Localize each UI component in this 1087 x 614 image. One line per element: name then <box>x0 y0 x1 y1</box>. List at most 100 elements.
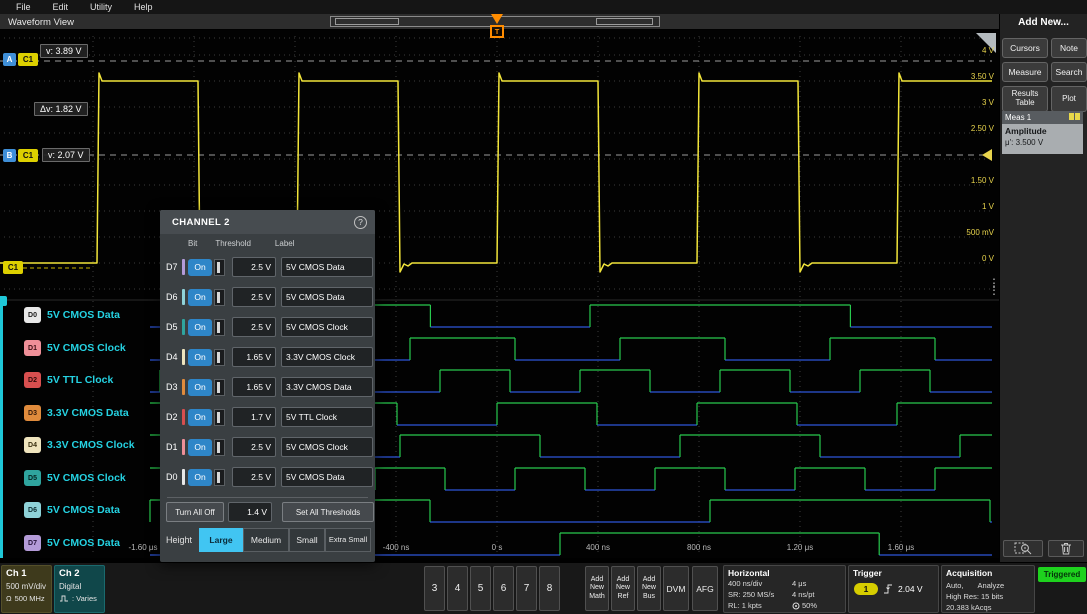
add-new-math-button[interactable]: AddNewMath <box>585 566 609 611</box>
zoom-window-right-handle[interactable] <box>596 18 653 25</box>
ch1-scale: 500 mV/div <box>2 579 51 591</box>
digital-channel-d6[interactable]: D65V CMOS Data <box>24 502 120 518</box>
add-measure-button[interactable]: Measure <box>1002 62 1048 82</box>
height-medium-button[interactable]: Medium <box>243 528 289 552</box>
turn-all-off-button[interactable]: Turn All Off <box>166 502 224 522</box>
cursor-b-readout[interactable]: v: 2.07 V <box>42 148 90 162</box>
cursor-a-badge[interactable]: A <box>3 53 16 66</box>
meas1-body: Amplitude μ': 3.500 V <box>1002 124 1083 154</box>
trigger-position-marker[interactable]: T <box>486 14 508 38</box>
add-new-ref-button[interactable]: AddNewRef <box>611 566 635 611</box>
channel-8-button[interactable]: 8 <box>539 566 560 611</box>
height-large-button[interactable]: Large <box>199 528 243 552</box>
add-plot-button[interactable]: Plot <box>1051 86 1087 112</box>
d1-label-input[interactable]: 5V CMOS Clock <box>281 437 373 457</box>
splitter-drag-handle[interactable]: ⋮⋮ <box>988 280 1000 294</box>
d6-label-input[interactable]: 5V CMOS Data <box>281 287 373 307</box>
d2-on-button[interactable]: On <box>188 409 212 426</box>
d0-threshold-input[interactable]: 2.5 V <box>232 467 276 487</box>
v-axis-label: 0 V <box>982 254 995 263</box>
trigger-badge[interactable]: Trigger 1 2.04 V <box>848 565 939 613</box>
d3-toggle[interactable] <box>214 379 225 396</box>
cursor-a-readout[interactable]: v: 3.89 V <box>40 44 88 58</box>
add-new-bus-button[interactable]: AddNewBus <box>637 566 661 611</box>
zoom-window-left-handle[interactable] <box>335 18 399 25</box>
draw-zoom-button[interactable] <box>1003 540 1043 557</box>
menu-help[interactable]: Help <box>134 2 153 12</box>
meas1-header: Meas 1 <box>1002 111 1083 124</box>
d2-threshold-input[interactable]: 1.7 V <box>232 407 276 427</box>
trash-button[interactable] <box>1048 540 1084 557</box>
add-results-table-button[interactable]: Results Table <box>1002 86 1048 112</box>
ch1-level-marker[interactable] <box>982 149 992 161</box>
digital-channel-d0[interactable]: D05V CMOS Data <box>24 307 120 323</box>
d3-label-input[interactable]: 3.3V CMOS Data <box>281 377 373 397</box>
add-note-button[interactable]: Note <box>1051 38 1087 58</box>
horizontal-badge[interactable]: Horizontal 400 ns/div 4 μs SR: 250 MS/s … <box>723 565 846 613</box>
waveform-display[interactable]: 4 V3.50 V3 V2.50 V1.50 V1 V500 mV0 V-1.6… <box>0 30 999 558</box>
d0-on-button[interactable]: On <box>188 469 212 486</box>
d5-toggle[interactable] <box>214 319 225 336</box>
d4-toggle[interactable] <box>214 349 225 366</box>
digital-channel-d4[interactable]: D43.3V CMOS Clock <box>24 437 135 453</box>
d6-toggle[interactable] <box>214 289 225 306</box>
ch1-waveform[interactable] <box>0 73 992 272</box>
d1-threshold-input[interactable]: 2.5 V <box>232 437 276 457</box>
ch1-badge[interactable]: Ch 1 500 mV/div Ω 500 MHz <box>1 565 52 613</box>
d2-label-input[interactable]: 5V TTL Clock <box>281 407 373 427</box>
digital-group-strip <box>0 300 3 558</box>
d4-on-button[interactable]: On <box>188 349 212 366</box>
menu-edit[interactable]: Edit <box>53 2 69 12</box>
channel-4-button[interactable]: 4 <box>447 566 468 611</box>
tab-waveform-view[interactable]: Waveform View <box>8 17 74 28</box>
d7-toggle[interactable] <box>214 259 225 276</box>
help-icon[interactable]: ? <box>354 216 367 229</box>
meas1-value: μ': 3.500 V <box>1005 138 1080 147</box>
d5-threshold-input[interactable]: 2.5 V <box>232 317 276 337</box>
d7-threshold-input[interactable]: 2.5 V <box>232 257 276 277</box>
digital-channel-d7[interactable]: D75V CMOS Data <box>24 535 120 551</box>
d1-toggle[interactable] <box>214 439 225 456</box>
d4-threshold-input[interactable]: 1.65 V <box>232 347 276 367</box>
digital-channel-d3[interactable]: D33.3V CMOS Data <box>24 405 129 421</box>
d0-label-input[interactable]: 5V CMOS Data <box>281 467 373 487</box>
channel-5-button[interactable]: 5 <box>470 566 491 611</box>
digital-channel-d5[interactable]: D55V CMOS Clock <box>24 470 126 486</box>
height-small-button[interactable]: Small <box>289 528 325 552</box>
afg-button[interactable]: AFG <box>692 566 718 611</box>
acquisition-badge[interactable]: Acquisition Auto, Analyze High Res: 15 b… <box>941 565 1035 613</box>
d5-on-button[interactable]: On <box>188 319 212 336</box>
dialog-header[interactable]: CHANNEL 2 ? <box>160 210 375 234</box>
d0-toggle[interactable] <box>214 469 225 486</box>
meas1-badge[interactable]: Meas 1 Amplitude μ': 3.500 V <box>1002 111 1083 154</box>
d2-toggle[interactable] <box>214 409 225 426</box>
add-cursors-button[interactable]: Cursors <box>1002 38 1048 58</box>
digital-channel-d1[interactable]: D15V CMOS Clock <box>24 340 126 356</box>
menu-utility[interactable]: Utility <box>90 2 112 12</box>
all-threshold-input[interactable]: 1.4 V <box>228 502 272 522</box>
set-all-thresholds-button[interactable]: Set All Thresholds <box>282 502 374 522</box>
menu-file[interactable]: File <box>16 2 31 12</box>
d5-label-input[interactable]: 5V CMOS Clock <box>281 317 373 337</box>
channel-7-button[interactable]: 7 <box>516 566 537 611</box>
dialog-bit-rows: D7On2.5 V5V CMOS DataD6On2.5 V5V CMOS Da… <box>160 252 375 492</box>
dvm-button[interactable]: DVM <box>663 566 689 611</box>
height-extra-small-button[interactable]: Extra Small <box>325 528 371 552</box>
channel-6-button[interactable]: 6 <box>493 566 514 611</box>
channel-3-button[interactable]: 3 <box>424 566 445 611</box>
d7-label-input[interactable]: 5V CMOS Data <box>281 257 373 277</box>
cursor-b-badge[interactable]: B <box>3 149 16 162</box>
d7-on-button[interactable]: On <box>188 259 212 276</box>
add-search-button[interactable]: Search <box>1051 62 1087 82</box>
d3-on-button[interactable]: On <box>188 379 212 396</box>
d1-on-button[interactable]: On <box>188 439 212 456</box>
v-axis-label: 1 V <box>982 202 995 211</box>
ch2-badge[interactable]: Ch 2 Digital : Varies <box>54 565 105 613</box>
d6-threshold-input[interactable]: 2.5 V <box>232 287 276 307</box>
d4-label-input[interactable]: 3.3V CMOS Clock <box>281 347 373 367</box>
digital-channel-d2[interactable]: D25V TTL Clock <box>24 372 113 388</box>
ch1-ground-marker[interactable]: C1 <box>3 261 23 274</box>
digital-group-handle[interactable] <box>0 296 7 306</box>
d3-threshold-input[interactable]: 1.65 V <box>232 377 276 397</box>
d6-on-button[interactable]: On <box>188 289 212 306</box>
